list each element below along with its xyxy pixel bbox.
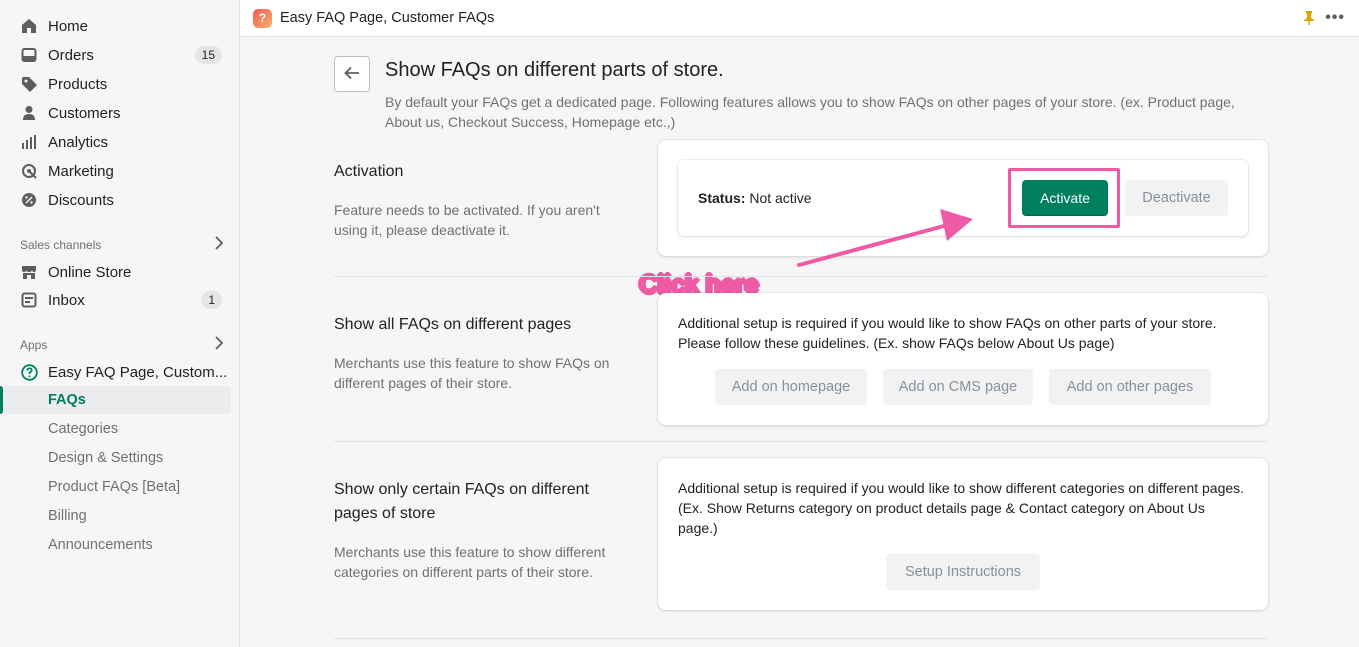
arrow-left-icon	[344, 66, 360, 83]
all-faqs-description: Merchants use this feature to show FAQs …	[334, 355, 610, 391]
sub-item-billing[interactable]: Billing	[0, 502, 231, 530]
section-label: Apps	[20, 337, 48, 352]
chevron-right-icon	[214, 336, 224, 353]
home-icon	[20, 17, 38, 35]
certain-faqs-description: Merchants use this feature to show diffe…	[334, 544, 606, 580]
nav-discounts[interactable]: Discounts	[0, 186, 232, 214]
certain-faqs-card: Additional setup is required if you woul…	[658, 458, 1268, 610]
bar-chart-icon	[20, 133, 38, 151]
activation-title: Activation	[334, 163, 404, 180]
inbox-count-badge: 1	[201, 291, 222, 309]
add-on-other-pages-button[interactable]: Add on other pages	[1049, 369, 1211, 405]
sub-item-faqs[interactable]: FAQs	[0, 386, 231, 414]
orders-count-badge: 15	[194, 46, 222, 64]
more-options-icon[interactable]: •••	[1325, 9, 1345, 27]
certain-faqs-card-text: Additional setup is required if you woul…	[678, 480, 1245, 536]
main-content: Show FAQs on different parts of store. B…	[240, 38, 1359, 647]
sales-channels-header[interactable]: Sales channels	[20, 236, 224, 253]
sub-item-label: FAQs	[48, 392, 86, 408]
nav-home[interactable]: Home	[0, 12, 232, 40]
sub-item-product-faqs[interactable]: Product FAQs [Beta]	[0, 473, 231, 501]
add-on-cms-page-button[interactable]: Add on CMS page	[883, 369, 1033, 405]
add-on-homepage-button[interactable]: Add on homepage	[715, 369, 867, 405]
pin-icon[interactable]	[1303, 10, 1315, 29]
nav-inbox[interactable]: Inbox 1	[0, 286, 232, 314]
nav-label: Home	[48, 17, 89, 35]
nav-marketing[interactable]: Marketing	[0, 157, 232, 185]
activation-description: Feature needs to be activated. If you ar…	[334, 202, 600, 238]
divider	[334, 441, 1268, 442]
sub-item-label: Billing	[48, 508, 87, 524]
all-faqs-title: Show all FAQs on different pages	[334, 316, 572, 333]
page-title: Show FAQs on different parts of store.	[385, 59, 724, 81]
person-icon	[20, 104, 38, 122]
sub-item-label: Announcements	[48, 537, 153, 553]
marketing-icon	[20, 162, 38, 180]
sub-item-label: Product FAQs [Beta]	[48, 479, 181, 495]
nav-label: Discounts	[48, 191, 114, 209]
sub-item-label: Categories	[48, 421, 119, 437]
nav-label: Inbox	[48, 291, 85, 309]
nav-online-store[interactable]: Online Store	[0, 258, 232, 286]
back-button[interactable]	[334, 56, 370, 92]
nav-app-easy-faq[interactable]: Easy FAQ Page, Custom...	[0, 358, 232, 386]
sub-item-label: Design & Settings	[48, 450, 164, 466]
certain-faqs-title: Show only certain FAQs on different page…	[334, 481, 589, 522]
divider	[334, 638, 1268, 639]
nav-orders[interactable]: Orders 15	[0, 41, 232, 69]
status-label: Status:	[698, 190, 746, 206]
nav-products[interactable]: Products	[0, 70, 232, 98]
all-faqs-card: Additional setup is required if you woul…	[658, 293, 1268, 425]
nav-label: Products	[48, 75, 108, 93]
section-label: Sales channels	[20, 237, 102, 252]
nav-label: Customers	[48, 104, 121, 122]
inbox-icon	[20, 291, 38, 309]
setup-instructions-button[interactable]: Setup Instructions	[886, 554, 1040, 590]
sub-item-categories[interactable]: Categories	[0, 415, 231, 443]
sub-item-design-settings[interactable]: Design & Settings	[0, 444, 231, 472]
chevron-right-icon	[214, 236, 224, 253]
all-faqs-card-text: Additional setup is required if you woul…	[678, 315, 1217, 351]
app-title: Easy FAQ Page, Customer FAQs	[280, 10, 495, 26]
orders-icon	[20, 46, 38, 64]
question-circle-icon	[20, 363, 38, 381]
deactivate-button[interactable]: Deactivate	[1125, 180, 1228, 216]
sub-item-announcements[interactable]: Announcements	[0, 531, 231, 559]
nav-label: Easy FAQ Page, Custom...	[48, 363, 228, 381]
app-topbar: ? Easy FAQ Page, Customer FAQs •••	[240, 0, 1359, 37]
nav-label: Online Store	[48, 263, 132, 281]
store-icon	[20, 263, 38, 281]
nav-customers[interactable]: Customers	[0, 99, 232, 127]
nav-label: Marketing	[48, 162, 114, 180]
sidebar: Home Orders 15 Products Customers Analyt…	[0, 0, 240, 647]
nav-label: Orders	[48, 46, 94, 64]
apps-header[interactable]: Apps	[20, 336, 224, 353]
activate-button[interactable]: Activate	[1022, 180, 1108, 216]
nav-label: Analytics	[48, 133, 109, 151]
discount-icon	[20, 191, 38, 209]
page-subtitle: By default your FAQs get a dedicated pag…	[385, 94, 1235, 130]
nav-analytics[interactable]: Analytics	[0, 128, 232, 156]
annotation-arrow-icon	[797, 209, 973, 267]
app-logo-icon: ?	[253, 8, 272, 28]
divider	[334, 276, 1268, 277]
tag-icon	[20, 75, 38, 93]
